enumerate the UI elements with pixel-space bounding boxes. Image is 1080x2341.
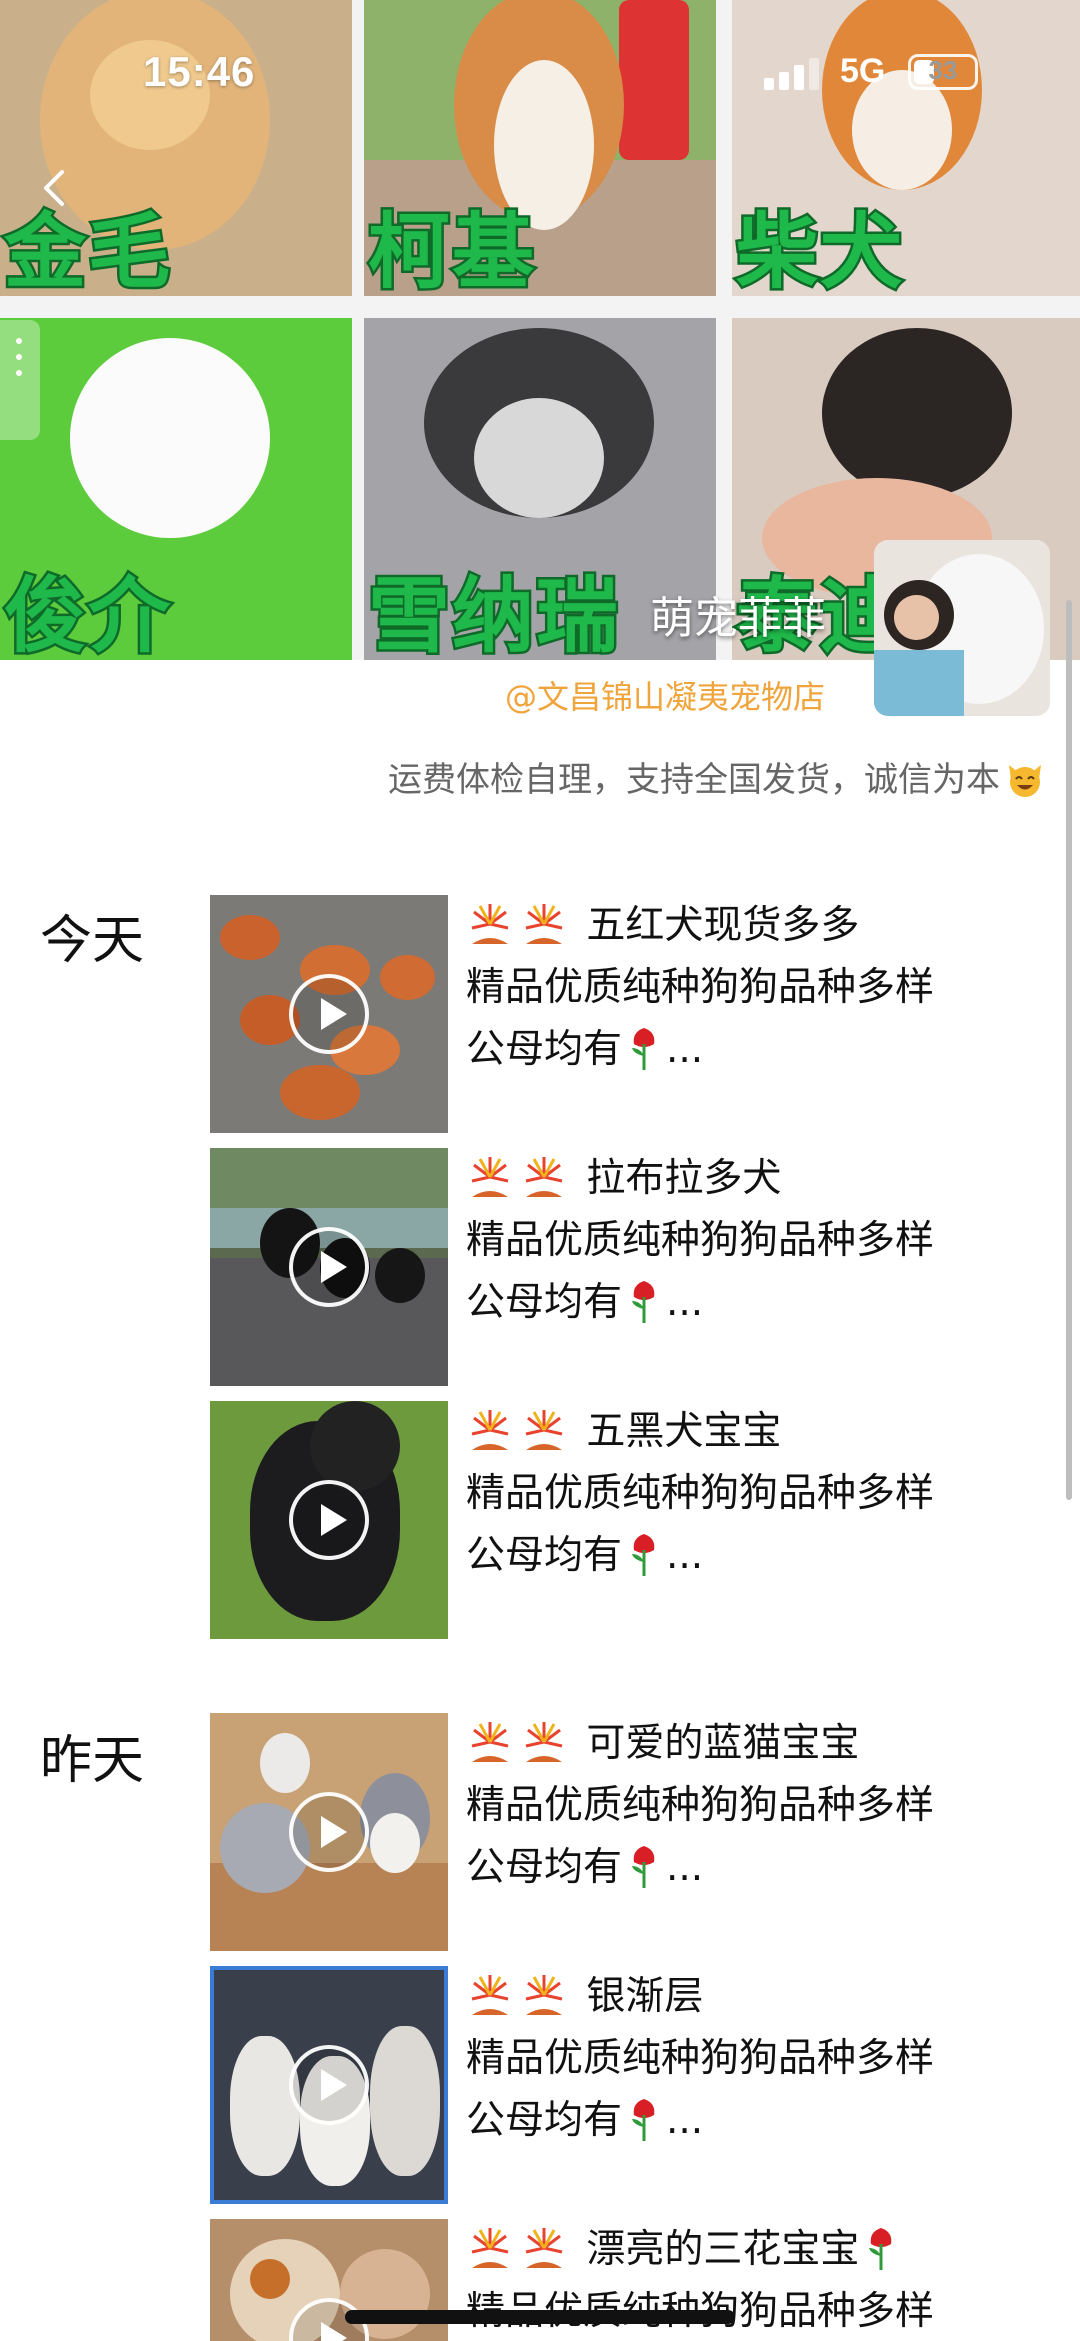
timeline-post[interactable]: 五黑犬宝宝 精品优质纯种狗狗品种多样 公母均有...: [210, 1401, 1060, 1639]
post-line: 公母均有: [466, 1845, 623, 1890]
fireworks-icon: [525, 904, 563, 944]
post-title: 拉布拉多犬: [586, 1156, 782, 1201]
play-icon[interactable]: [289, 1227, 369, 1307]
cat-face-icon: [1009, 765, 1041, 797]
cover-tile-label: 俊介: [1, 569, 173, 660]
post-title: 五红犬现货多多: [586, 903, 860, 948]
shop-link[interactable]: @文昌锦山凝夷宠物店: [505, 672, 825, 718]
timeline-day-label: 昨天: [40, 1731, 145, 1791]
rose-icon: [632, 1534, 655, 1576]
battery-icon: 33: [908, 54, 978, 90]
fireworks-icon: [471, 2228, 509, 2268]
post-line: 公母均有: [466, 1280, 623, 1325]
fireworks-icon: [471, 1410, 509, 1450]
back-arrow-icon[interactable]: [36, 168, 76, 208]
scrollbar[interactable]: [1066, 600, 1072, 1500]
cover-tile-label: 金毛: [1, 205, 173, 296]
network-type: 5G: [840, 52, 886, 90]
signature-text: 运费体检自理，支持全国发货，诚信为本: [388, 760, 1000, 800]
post-line: 精品优质纯种狗狗品种多样: [466, 2036, 935, 2081]
fireworks-icon: [471, 904, 509, 944]
play-icon[interactable]: [289, 974, 369, 1054]
profile-signature: 运费体检自理，支持全国发货，诚信为本: [388, 752, 1044, 801]
rose-icon: [632, 2099, 655, 2141]
cover-tile-label: 柯基: [365, 205, 537, 296]
side-drawer-handle[interactable]: [0, 320, 40, 440]
cover-tile-shiba: 柴犬: [732, 0, 1080, 296]
home-indicator[interactable]: [345, 2310, 735, 2324]
post-thumbnail[interactable]: [210, 895, 448, 1133]
rose-icon: [632, 1028, 655, 1070]
post-title: 漂亮的三花宝宝: [586, 2227, 860, 2272]
post-ellipsis: ...: [666, 2098, 704, 2143]
play-icon[interactable]: [289, 1792, 369, 1872]
timeline-post[interactable]: 拉布拉多犬 精品优质纯种狗狗品种多样 公母均有...: [210, 1148, 1060, 1386]
cover-tile-label: 柴犬: [733, 205, 905, 296]
post-title: 五黑犬宝宝: [586, 1409, 782, 1454]
cover-tile-golden: 金毛: [0, 0, 352, 296]
post-text: 拉布拉多犬 精品优质纯种狗狗品种多样 公母均有...: [466, 1148, 1056, 1334]
cover-tile-pomeranian: 俊介: [0, 318, 352, 660]
post-ellipsis: ...: [666, 1845, 704, 1890]
timeline-post[interactable]: 五红犬现货多多 精品优质纯种狗狗品种多样 公母均有...: [210, 895, 1060, 1133]
post-thumbnail[interactable]: [210, 1966, 448, 2204]
rose-icon: [632, 1846, 655, 1888]
post-thumbnail[interactable]: [210, 1401, 448, 1639]
post-line: 公母均有: [466, 1027, 623, 1072]
rose-icon: [869, 2228, 892, 2270]
fireworks-icon: [471, 1157, 509, 1197]
post-title: 银渐层: [586, 1974, 704, 2019]
post-line: 精品优质纯种狗狗品种多样: [466, 1471, 935, 1516]
post-line: 精品优质纯种狗狗品种多样: [466, 965, 935, 1010]
fireworks-icon: [525, 1157, 563, 1197]
post-line: 公母均有: [466, 1533, 623, 1578]
cover-tile-label: 雪纳瑞: [365, 569, 621, 660]
post-title: 可爱的蓝猫宝宝: [586, 1721, 860, 1766]
profile-name: 萌宠菲菲: [650, 593, 826, 644]
fireworks-icon: [525, 1975, 563, 2015]
fireworks-icon: [525, 1722, 563, 1762]
post-line: 精品优质纯种狗狗品种多样: [466, 1783, 935, 1828]
play-icon[interactable]: [289, 1480, 369, 1560]
post-text: 银渐层 精品优质纯种狗狗品种多样 公母均有...: [466, 1966, 1056, 2152]
play-icon[interactable]: [289, 2045, 369, 2125]
avatar[interactable]: [874, 540, 1050, 716]
timeline-post[interactable]: 可爱的蓝猫宝宝 精品优质纯种狗狗品种多样 公母均有...: [210, 1713, 1060, 1951]
cover-tile-corgi: 柯基: [364, 0, 716, 296]
post-ellipsis: ...: [666, 1533, 704, 1578]
fireworks-icon: [525, 1410, 563, 1450]
battery-level: 33: [928, 55, 958, 85]
status-time: 15:46: [143, 48, 256, 95]
signal-strength-icon: [764, 58, 824, 90]
post-text: 可爱的蓝猫宝宝 精品优质纯种狗狗品种多样 公母均有...: [466, 1713, 1056, 1899]
post-thumbnail[interactable]: [210, 1713, 448, 1951]
post-line: 精品优质纯种狗狗品种多样: [466, 1218, 935, 1263]
fireworks-icon: [471, 1975, 509, 2015]
post-text: 五红犬现货多多 精品优质纯种狗狗品种多样 公母均有...: [466, 895, 1056, 1081]
rose-icon: [632, 1281, 655, 1323]
post-text: 五黑犬宝宝 精品优质纯种狗狗品种多样 公母均有...: [466, 1401, 1056, 1587]
post-thumbnail[interactable]: [210, 1148, 448, 1386]
timeline-day-label: 今天: [40, 911, 145, 971]
timeline-post[interactable]: 银渐层 精品优质纯种狗狗品种多样 公母均有...: [210, 1966, 1060, 2204]
fireworks-icon: [471, 1722, 509, 1762]
post-ellipsis: ...: [666, 1280, 704, 1325]
post-line: 公母均有: [466, 2098, 623, 2143]
fireworks-icon: [525, 2228, 563, 2268]
post-ellipsis: ...: [666, 1027, 704, 1072]
